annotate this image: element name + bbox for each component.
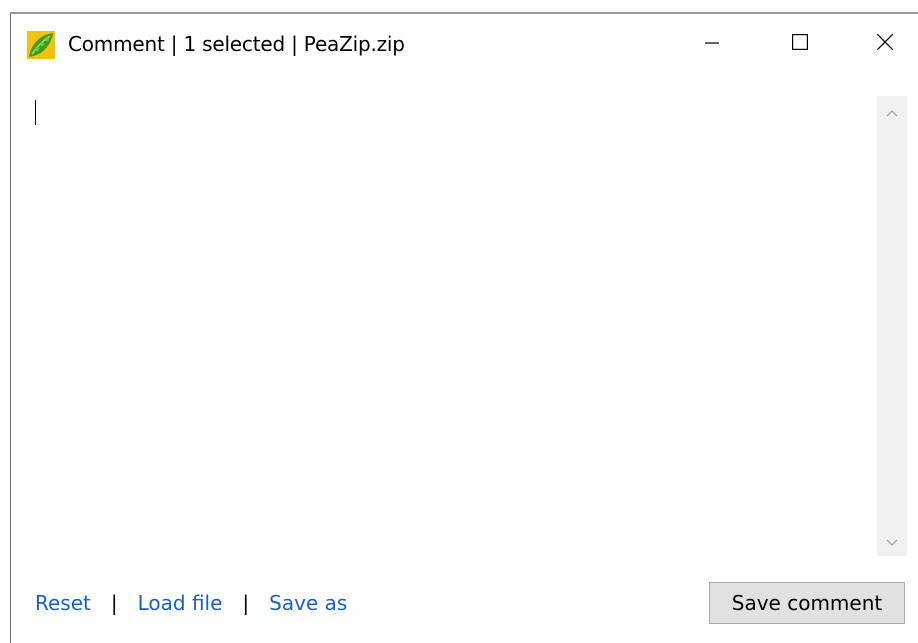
chevron-up-icon xyxy=(886,102,898,121)
reset-link[interactable]: Reset xyxy=(35,591,91,615)
save-comment-button[interactable]: Save comment xyxy=(709,582,905,624)
maximize-icon xyxy=(792,34,809,54)
background-desktop xyxy=(0,0,918,13)
separator: | xyxy=(242,591,250,615)
maximize-button[interactable] xyxy=(777,14,823,74)
scroll-track[interactable] xyxy=(877,126,907,526)
text-caret xyxy=(35,100,36,125)
load-file-link[interactable]: Load file xyxy=(138,591,223,615)
separator: | xyxy=(110,591,118,615)
comment-textarea[interactable] xyxy=(25,94,879,554)
scroll-up-button[interactable] xyxy=(877,96,907,126)
title-bar[interactable]: Comment | 1 selected | PeaZip.zip xyxy=(11,14,918,74)
peazip-app-icon xyxy=(27,31,55,59)
close-button[interactable] xyxy=(862,14,908,74)
background-left xyxy=(0,13,10,643)
comment-window: Comment | 1 selected | PeaZip.zip Reset … xyxy=(10,13,918,643)
vertical-scrollbar[interactable] xyxy=(877,96,907,556)
window-title: Comment | 1 selected | PeaZip.zip xyxy=(68,32,405,56)
footer-links: Reset | Load file | Save as xyxy=(35,591,347,615)
scroll-down-button[interactable] xyxy=(877,526,907,556)
minimize-button[interactable] xyxy=(689,14,735,74)
chevron-down-icon xyxy=(886,532,898,551)
close-icon xyxy=(876,33,894,54)
minimize-icon xyxy=(705,35,719,54)
save-as-link[interactable]: Save as xyxy=(269,591,347,615)
